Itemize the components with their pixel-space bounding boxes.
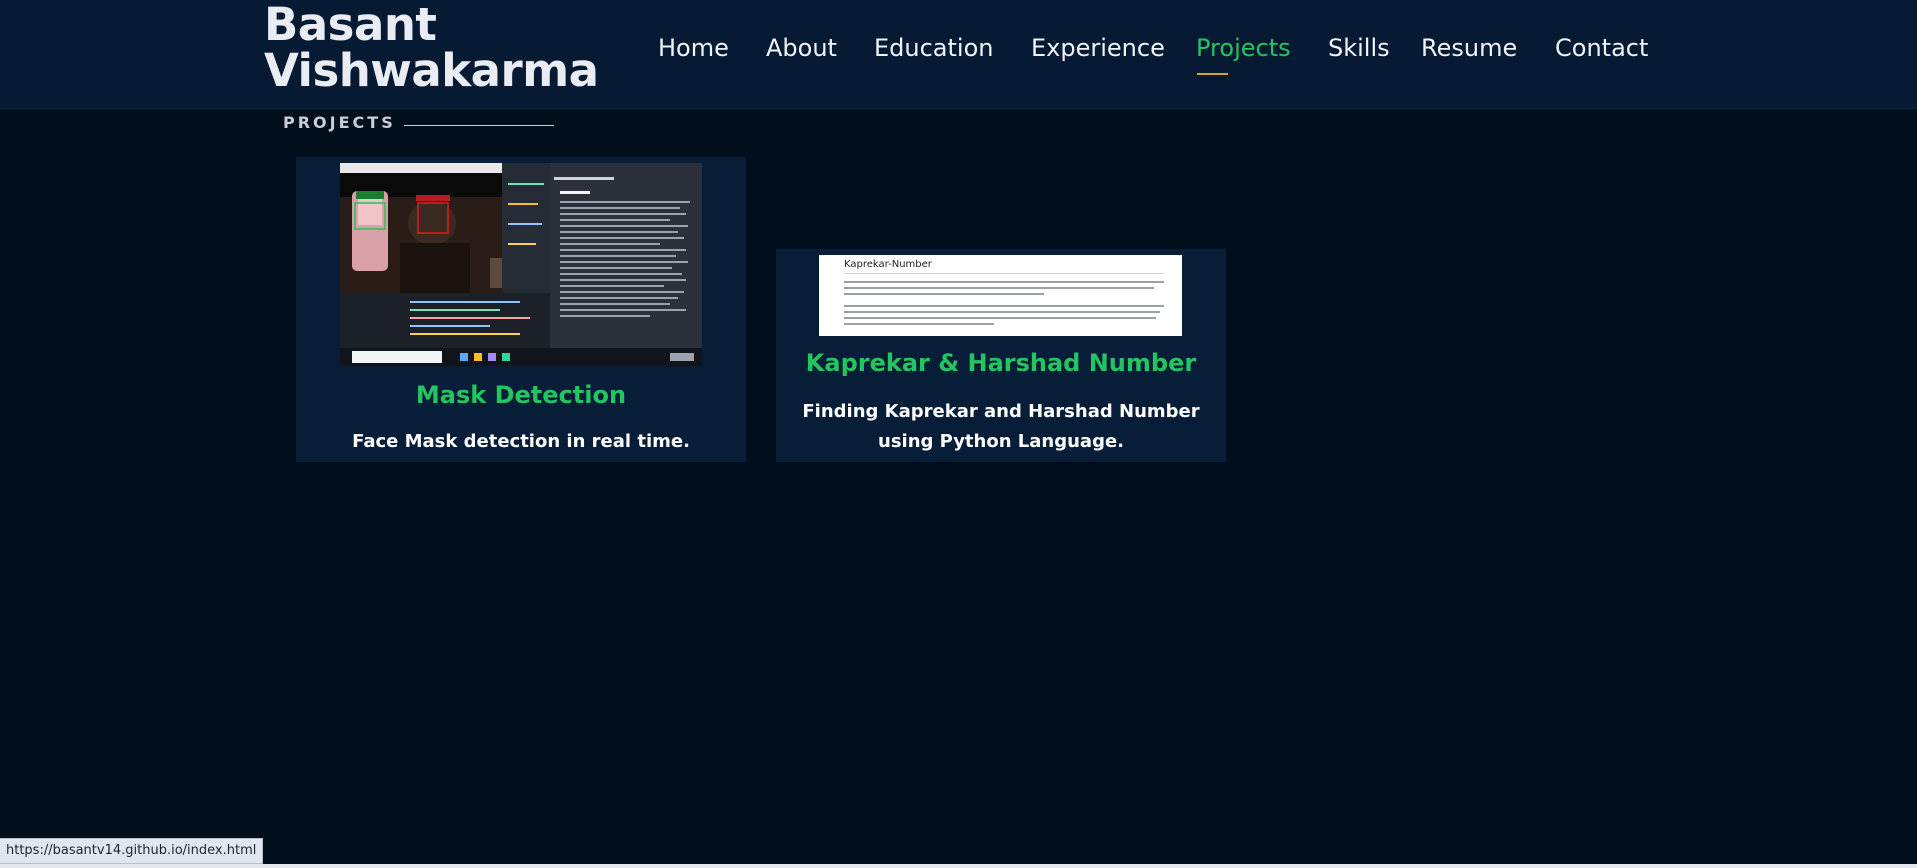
- top-navbar: Basant Vishwakarma Home About Education …: [0, 0, 1917, 109]
- section-heading-line: [404, 125, 554, 126]
- nav-contact[interactable]: Contact: [1555, 34, 1648, 62]
- section-heading: PROJECTS: [283, 113, 396, 132]
- project-description: Face Mask detection in real time.: [352, 431, 690, 452]
- window-bottom-edge: [0, 864, 1917, 868]
- project-card-mask-detection[interactable]: Mask Detection Face Mask detection in re…: [296, 157, 746, 462]
- nav-home[interactable]: Home: [658, 34, 729, 62]
- project-description: Finding Kaprekar and Harshad Number usin…: [802, 401, 1200, 452]
- nav-skills[interactable]: Skills: [1328, 34, 1390, 62]
- browser-status-url: https://basantv14.github.io/index.html: [0, 838, 264, 864]
- active-nav-underline: [1197, 73, 1228, 75]
- brand-first-name: Basant: [264, 0, 437, 51]
- project-title[interactable]: Mask Detection: [296, 381, 746, 409]
- nav-projects[interactable]: Projects: [1196, 34, 1291, 62]
- nav-education[interactable]: Education: [874, 34, 993, 62]
- brand-name[interactable]: Basant Vishwakarma: [264, 2, 604, 94]
- project-title[interactable]: Kaprekar & Harshad Number: [776, 349, 1226, 377]
- project-card-kaprekar[interactable]: Kaprekar-Number Kaprekar & Harshad Numbe…: [776, 249, 1226, 462]
- kaprekar-document-screenshot-icon: Kaprekar-Number: [819, 255, 1182, 336]
- nav-experience[interactable]: Experience: [1031, 34, 1165, 62]
- brand-last-name: Vishwakarma: [264, 44, 599, 97]
- nav-resume[interactable]: Resume: [1421, 34, 1517, 62]
- nav-about[interactable]: About: [766, 34, 837, 62]
- mask-detection-screenshot-icon: [340, 163, 702, 366]
